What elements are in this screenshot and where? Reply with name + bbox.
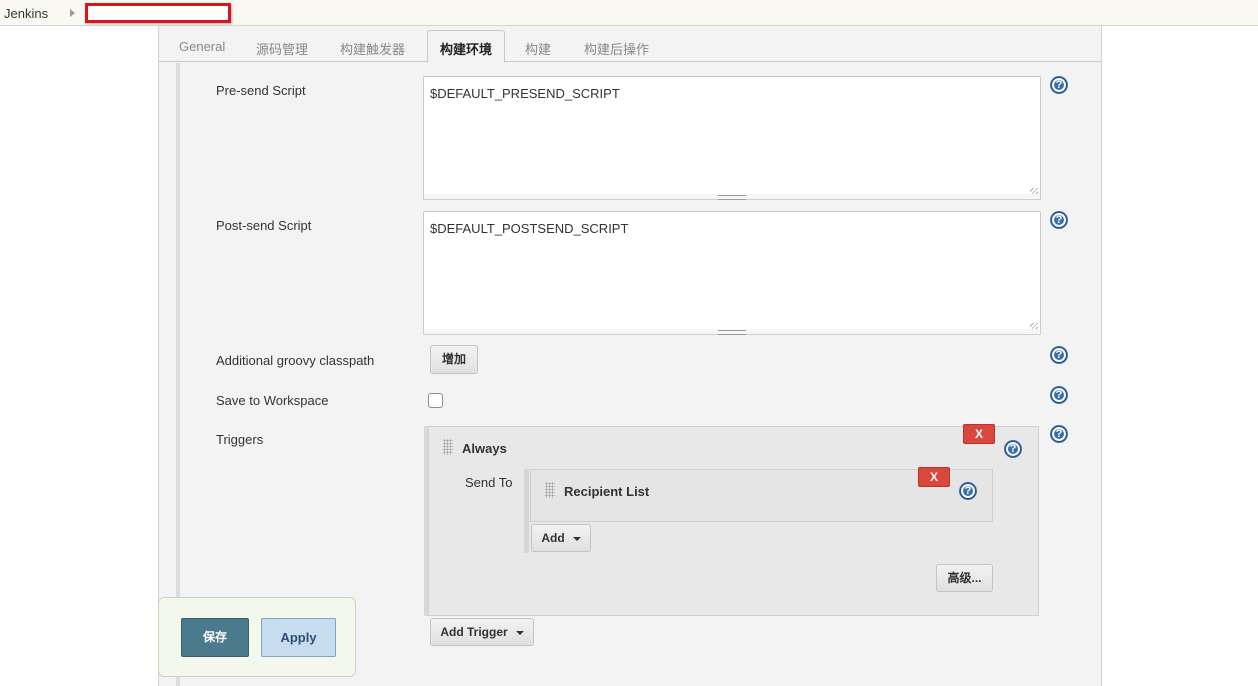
tab-source-management[interactable]: 源码管理 [256,39,308,58]
triggers-help-icon[interactable]: ? [1051,426,1067,442]
save-button[interactable]: 保存 [181,618,249,657]
groovy-help-icon[interactable]: ? [1051,347,1067,363]
postsend-script-value: $DEFAULT_POSTSEND_SCRIPT [430,221,629,236]
breadcrumb-jenkins-link[interactable]: Jenkins [4,6,48,21]
advanced-button[interactable]: 高级... [936,564,993,592]
presend-help-icon[interactable]: ? [1051,77,1067,93]
trigger-name: Always [462,441,507,456]
save-to-workspace-label: Save to Workspace [216,393,329,408]
triggers-label: Triggers [216,432,264,447]
add-trigger-button[interactable]: Add Trigger [430,618,534,646]
tab-general[interactable]: General [179,39,225,54]
add-trigger-label: Add Trigger [440,625,508,639]
presend-textarea-resizer[interactable] [423,194,1041,200]
tab-build[interactable]: 构建 [525,39,551,58]
trigger-help-icon[interactable]: ? [1005,441,1021,457]
drag-handle-icon[interactable] [443,439,453,455]
add-classpath-button[interactable]: 增加 [430,345,478,374]
presend-script-label: Pre-send Script [216,83,306,98]
caret-down-icon [572,536,581,541]
presend-script-textarea[interactable]: $DEFAULT_PRESEND_SCRIPT [423,76,1041,199]
postsend-script-label: Post-send Script [216,218,312,233]
delete-trigger-button[interactable]: X [963,424,995,444]
recipient-help-icon[interactable]: ? [960,483,976,499]
caret-down-icon [515,630,524,635]
workspace-help-icon[interactable]: ? [1051,387,1067,403]
postsend-textarea-resizer[interactable] [423,329,1041,335]
add-recipient-label: Add [541,531,565,545]
redacted-breadcrumb-item [85,3,231,23]
groovy-classpath-label: Additional groovy classpath [216,353,375,368]
presend-script-value: $DEFAULT_PRESEND_SCRIPT [430,86,620,101]
tab-build-environment[interactable]: 构建环境 [427,30,505,63]
send-to-label: Send To [465,475,513,490]
breadcrumb-bar: Jenkins [0,0,1258,26]
postsend-script-textarea[interactable]: $DEFAULT_POSTSEND_SCRIPT [423,211,1041,334]
postsend-help-icon[interactable]: ? [1051,212,1067,228]
tab-build-triggers[interactable]: 构建触发器 [340,39,405,58]
drag-handle-icon[interactable] [545,482,555,498]
apply-button[interactable]: Apply [261,618,336,657]
delete-recipient-button[interactable]: X [918,467,950,487]
recipient-indent-bar [524,469,529,553]
save-to-workspace-checkbox[interactable] [428,393,443,408]
add-recipient-button[interactable]: Add [531,524,591,552]
tab-post-build-actions[interactable]: 构建后操作 [584,39,649,58]
recipient-name: Recipient List [564,484,650,499]
config-tabs: General 源码管理 构建触发器 构建环境 构建 构建后操作 [159,26,1101,63]
triangle-right-icon[interactable] [70,9,75,17]
